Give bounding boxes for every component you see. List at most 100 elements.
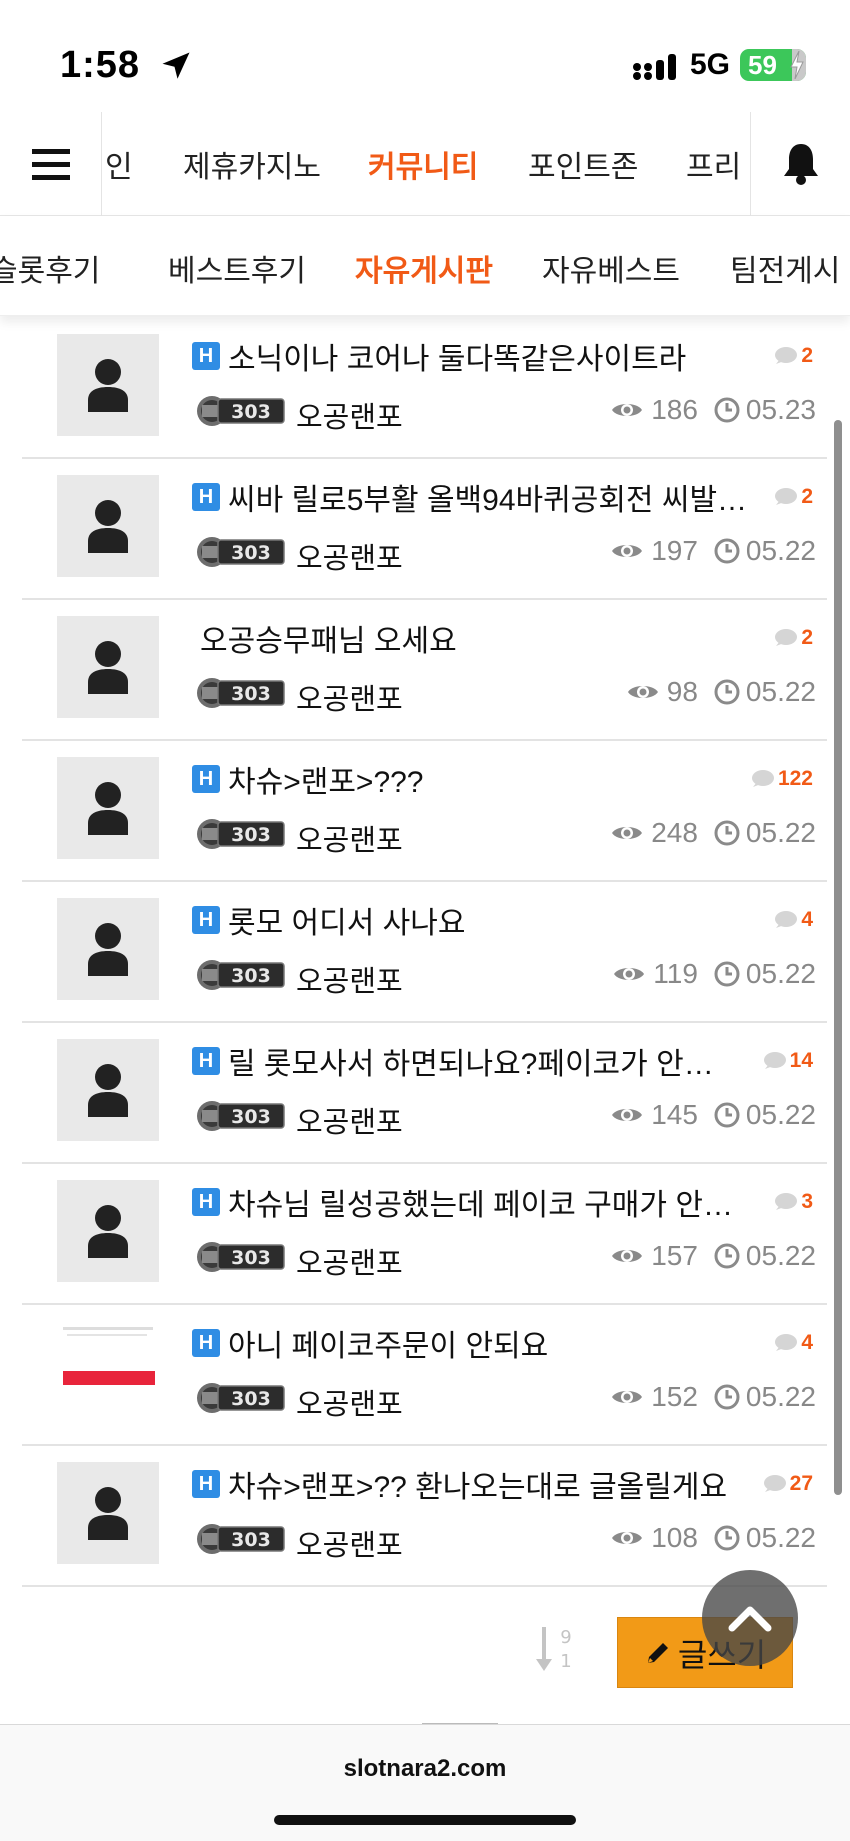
post-thumbnail[interactable]: [57, 757, 159, 859]
sort-digit-bottom: 1: [560, 1651, 571, 1672]
menu-button[interactable]: [0, 112, 102, 216]
main-tab-partial-right[interactable]: 프리: [686, 142, 741, 186]
comment-count-value: 2: [801, 344, 813, 367]
post-stats: 145 05.22: [611, 1099, 816, 1131]
post-stats: 98 05.22: [627, 676, 816, 708]
post-title[interactable]: 차슈님 릴성공했는데 페이코 구매가 안…: [228, 1180, 733, 1224]
comment-bubble-icon: [775, 488, 798, 505]
sub-tab-slot-review[interactable]: 슬롯후기: [0, 246, 100, 290]
post-title-line[interactable]: H 소닉이나 코어나 둘다똑같은사이트라: [192, 336, 832, 376]
home-indicator: [274, 1815, 576, 1825]
comment-count-value: 2: [801, 485, 813, 508]
post-row[interactable]: H 소닉이나 코어나 둘다똑같은사이트라 2 303 오공랜포 186 05.2…: [22, 316, 827, 459]
post-author[interactable]: 오공랜포: [296, 1522, 403, 1564]
post-title-line[interactable]: H 아니 페이코주문이 안되요: [192, 1323, 832, 1363]
post-author[interactable]: 오공랜포: [296, 817, 403, 859]
view-count: 108: [651, 1522, 698, 1553]
main-tab-partner-casino[interactable]: 제휴카지노: [183, 142, 321, 186]
sub-tab-free-board[interactable]: 자유게시판: [355, 246, 493, 290]
svg-text:303: 303: [231, 1388, 271, 1410]
post-row[interactable]: 오공승무패님 오세요 2 303 오공랜포 98 05.22: [22, 600, 827, 741]
post-title[interactable]: 차슈>랜포>???: [228, 757, 424, 801]
post-row[interactable]: H 차슈>랜포>?? 환나오는대로 글올릴게요 27 303 오공랜포 108: [22, 1446, 827, 1587]
sub-tab-free-best[interactable]: 자유베스트: [542, 246, 680, 290]
post-row[interactable]: H 롯모 어디서 사나요 4 303 오공랜포 119 05.22: [22, 882, 827, 1023]
post-title-line[interactable]: H 롯모 어디서 사나요: [192, 900, 832, 940]
post-title[interactable]: 릴 롯모사서 하면되나요?페이코가 안…: [228, 1039, 714, 1083]
post-meta: 303 오공랜포 152 05.22: [194, 1379, 834, 1421]
level-badge: 303: [197, 1524, 285, 1554]
post-thumbnail[interactable]: [57, 1180, 159, 1282]
post-meta: 303 오공랜포 108 05.22: [194, 1520, 834, 1562]
post-title-line[interactable]: H 릴 롯모사서 하면되나요?페이코가 안…: [192, 1041, 832, 1081]
post-title[interactable]: 씨바 릴로5부활 올백94바퀴공회전 씨발…: [228, 475, 747, 519]
post-meta: 303 오공랜포 119 05.22: [194, 956, 834, 998]
svg-text:303: 303: [231, 965, 271, 987]
sub-tab-team-board[interactable]: 팀전게시: [730, 246, 840, 290]
post-title[interactable]: 아니 페이코주문이 안되요: [228, 1321, 548, 1365]
post-author[interactable]: 오공랜포: [296, 535, 403, 577]
post-title[interactable]: 차슈>랜포>?? 환나오는대로 글올릴게요: [228, 1462, 727, 1506]
post-date: 05.22: [745, 1240, 816, 1271]
hot-badge: H: [192, 906, 220, 934]
view-count: 152: [651, 1381, 698, 1412]
post-row[interactable]: H 차슈>랜포>??? 122 303 오공랜포 248 05.22: [22, 741, 827, 882]
clock-icon: [714, 397, 740, 423]
post-meta: 303 오공랜포 186 05.23: [194, 392, 834, 434]
notification-button[interactable]: [750, 112, 850, 216]
post-row[interactable]: H 씨바 릴로5부활 올백94바퀴공회전 씨발… 2 303 오공랜포 197: [22, 459, 827, 600]
post-image-thumbnail[interactable]: [57, 1321, 159, 1423]
main-tab-community[interactable]: 커뮤니티: [368, 142, 478, 186]
post-thumbnail[interactable]: [57, 616, 159, 718]
comment-count-value: 2: [801, 626, 813, 649]
user-avatar-icon: [88, 359, 128, 412]
post-author[interactable]: 오공랜포: [296, 1099, 403, 1141]
view-count: 197: [651, 535, 698, 566]
post-thumbnail[interactable]: [57, 1039, 159, 1141]
post-thumbnail[interactable]: [57, 334, 159, 436]
post-author[interactable]: 오공랜포: [296, 1240, 403, 1282]
post-title-line[interactable]: 오공승무패님 오세요: [192, 618, 832, 658]
post-author[interactable]: 오공랜포: [296, 676, 403, 718]
main-tab-partial-left[interactable]: 인: [105, 142, 133, 186]
post-title-line[interactable]: H 씨바 릴로5부활 올백94바퀴공회전 씨발…: [192, 477, 832, 517]
post-row[interactable]: H 릴 롯모사서 하면되나요?페이코가 안… 14 303 오공랜포 145 0…: [22, 1023, 827, 1164]
comment-count-value: 27: [789, 1472, 813, 1495]
post-title[interactable]: 오공승무패님 오세요: [200, 616, 457, 660]
svg-text:303: 303: [231, 401, 271, 423]
post-thumbnail[interactable]: [57, 1462, 159, 1564]
post-title[interactable]: 소닉이나 코어나 둘다똑같은사이트라: [228, 334, 686, 378]
post-author[interactable]: 오공랜포: [296, 1381, 403, 1423]
post-title-line[interactable]: H 차슈>랜포>???: [192, 759, 832, 799]
post-title-line[interactable]: H 차슈님 릴성공했는데 페이코 구매가 안…: [192, 1182, 832, 1222]
sort-button[interactable]: 9 1: [534, 1625, 578, 1675]
view-count: 119: [653, 958, 698, 989]
post-author[interactable]: 오공랜포: [296, 958, 403, 1000]
post-thumbnail[interactable]: [57, 898, 159, 1000]
bell-icon: [783, 144, 818, 185]
comment-bubble-icon: [775, 1334, 798, 1351]
comment-count: 122: [750, 767, 813, 791]
comment-count-value: 4: [801, 1331, 813, 1354]
level-badge: 303: [197, 960, 285, 990]
main-nav: 인 제휴카지노 커뮤니티 포인트존 프리: [0, 112, 850, 216]
post-title-line[interactable]: H 차슈>랜포>?? 환나오는대로 글올릴게요: [192, 1464, 832, 1504]
url-text[interactable]: slotnara2.com: [0, 1755, 850, 1783]
post-meta: 303 오공랜포 157 05.22: [194, 1238, 834, 1280]
post-author[interactable]: 오공랜포: [296, 394, 403, 436]
level-badge: 303: [197, 1383, 285, 1413]
clock-icon: [714, 538, 740, 564]
svg-text:303: 303: [231, 824, 271, 846]
scroll-to-top-button[interactable]: [702, 1570, 798, 1666]
post-title[interactable]: 롯모 어디서 사나요: [228, 898, 465, 942]
post-date: 05.22: [745, 817, 816, 848]
post-list: H 소닉이나 코어나 둘다똑같은사이트라 2 303 오공랜포 186 05.2…: [22, 316, 827, 1587]
comment-bubble-icon: [751, 770, 774, 787]
post-row[interactable]: H 차슈님 릴성공했는데 페이코 구매가 안… 3 303 오공랜포 157 0…: [22, 1164, 827, 1305]
scrollbar[interactable]: [834, 420, 842, 1495]
sub-tab-best-review[interactable]: 베스트후기: [168, 246, 306, 290]
post-thumbnail[interactable]: [57, 475, 159, 577]
post-row[interactable]: H 아니 페이코주문이 안되요 4 303 오공랜포 152 05.22: [22, 1305, 827, 1446]
cell-signal-icon: [633, 54, 676, 80]
main-tab-point-zone[interactable]: 포인트존: [528, 142, 638, 186]
